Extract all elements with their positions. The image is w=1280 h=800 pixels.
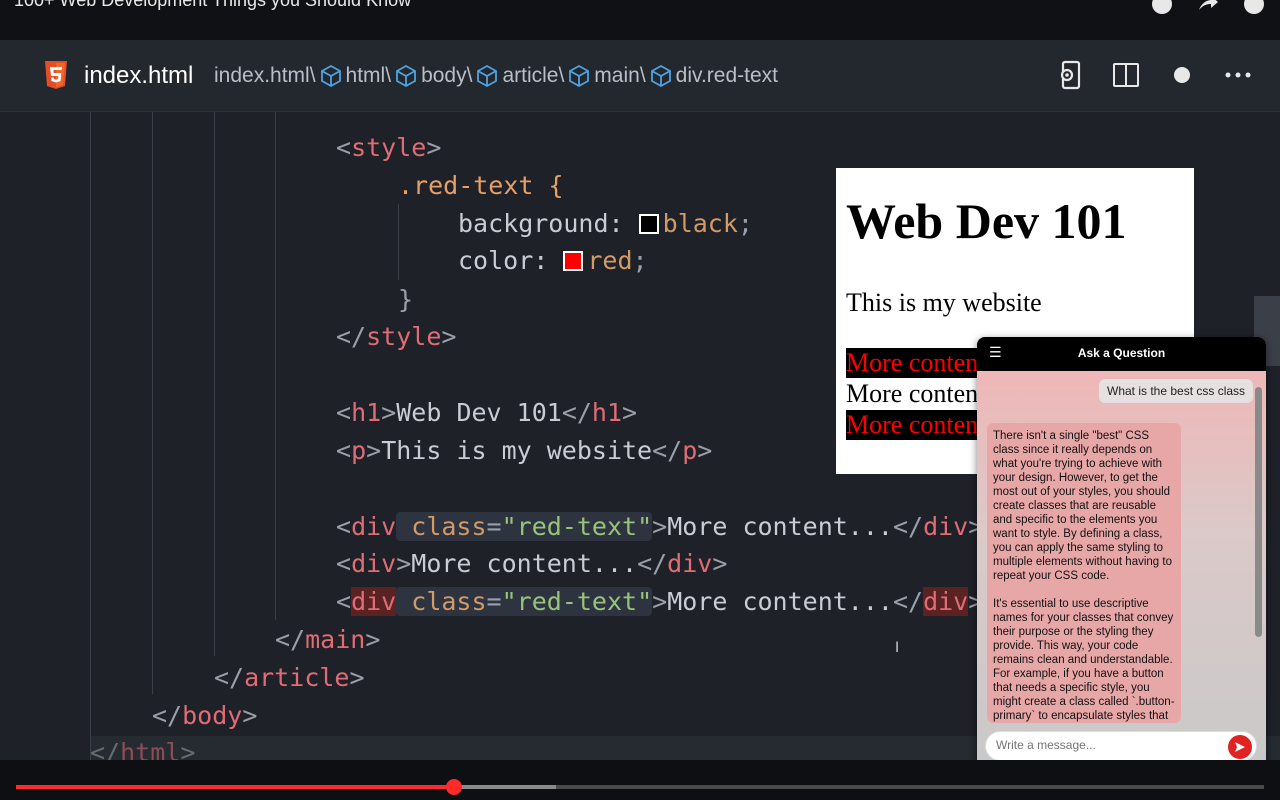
code-tag: style — [351, 133, 427, 162]
code-line: </html> — [90, 738, 196, 760]
indent-guide — [398, 204, 399, 280]
breadcrumb-label: index.html\ — [214, 64, 316, 87]
chat-input-box — [985, 731, 1257, 761]
color-swatch-black[interactable] — [638, 214, 659, 234]
code-text: More content... — [411, 549, 638, 578]
breadcrumb-item-article[interactable]: article\ — [472, 64, 564, 88]
breadcrumb-label: div.red-text — [675, 64, 778, 87]
info-icon[interactable] — [1242, 0, 1266, 14]
watch-later-icon[interactable] — [1150, 0, 1174, 14]
code-line: <style> — [336, 133, 442, 162]
code-line: background: black; — [458, 209, 753, 238]
progress-scrubber-handle[interactable] — [446, 779, 463, 795]
breadcrumb-label: main\ — [594, 64, 646, 87]
breadcrumb: index.html\ html\ body\ article\ main\ d… — [214, 64, 778, 88]
code-line: .red-text { — [398, 170, 564, 202]
breadcrumb-label: article\ — [502, 64, 565, 87]
text-cursor-icon: I — [895, 640, 900, 656]
css-brace: } — [398, 285, 414, 314]
breadcrumb-label: html\ — [345, 64, 392, 87]
breadcrumb-item-main[interactable]: main\ — [564, 64, 646, 88]
indent-guide — [214, 112, 215, 656]
code-line: </main> — [275, 625, 381, 654]
video-controls-bar — [0, 760, 1280, 800]
code-line: <div>More content...</div> — [336, 549, 728, 578]
html5-icon — [44, 60, 68, 94]
breadcrumb-label: body\ — [421, 64, 473, 87]
editor-header: index.html index.html\ html\ body\ artic… — [0, 40, 1280, 112]
unsaved-dot-icon[interactable] — [1168, 60, 1196, 90]
element-cube-icon — [569, 64, 590, 88]
css-property: color: — [458, 246, 549, 275]
breadcrumb-item-body[interactable]: body\ — [391, 64, 472, 88]
bot-message-paragraph: There isn't a single "best" CSS class si… — [993, 430, 1172, 582]
indent-guide — [152, 112, 153, 694]
code-line: } — [398, 284, 413, 316]
code-line: <h1>Web Dev 101</h1> — [336, 398, 638, 427]
more-icon[interactable] — [1224, 60, 1252, 90]
breadcrumb-item-div[interactable]: div.red-text — [646, 64, 778, 88]
code-attr-value: "red-text" — [501, 587, 653, 616]
css-selector: .red-text { — [398, 171, 564, 200]
code-text: More content... — [667, 512, 893, 541]
video-title[interactable]: 100+ Web Development Things you Should K… — [14, 0, 411, 11]
preview-paragraph: This is my website — [846, 288, 1042, 317]
video-top-actions — [1150, 0, 1266, 14]
code-attr-value: "red-text" — [501, 512, 653, 541]
code-line: <div class="red-text">More content...</d… — [336, 587, 984, 616]
code-line: <div class="red-text">More content...</d… — [336, 512, 984, 541]
css-value: black — [662, 209, 738, 238]
user-message: What is the best css class — [1099, 379, 1254, 403]
send-icon — [1235, 742, 1245, 752]
preview-heading: Web Dev 101 — [846, 193, 1127, 249]
chat-scrollbar-thumb[interactable] — [1255, 387, 1262, 637]
css-value: red — [587, 246, 633, 275]
indent-guide — [90, 112, 91, 760]
element-cube-icon — [396, 64, 416, 88]
chat-header: ☰ Ask a Question — [977, 337, 1266, 371]
editor-actions — [1056, 60, 1252, 90]
css-property: background: — [458, 209, 624, 238]
progress-played — [16, 785, 455, 789]
bot-message: There isn't a single "best" CSS class si… — [987, 423, 1181, 723]
color-swatch-red[interactable] — [563, 251, 584, 271]
breadcrumb-item-html[interactable]: html\ — [316, 64, 392, 88]
code-line: </body> — [152, 701, 258, 730]
video-top-bar: 100+ Web Development Things you Should K… — [0, 0, 1280, 40]
code-line: </article> — [214, 663, 365, 692]
run-icon[interactable] — [1056, 60, 1084, 90]
active-tab[interactable]: index.html — [84, 62, 193, 90]
element-cube-icon — [477, 64, 498, 88]
split-editor-icon[interactable] — [1112, 60, 1140, 90]
breadcrumb-item-file[interactable]: index.html\ — [214, 64, 316, 88]
code-text: More content... — [667, 587, 893, 616]
send-button[interactable] — [1228, 735, 1252, 759]
share-icon[interactable] — [1196, 0, 1220, 12]
element-cube-icon — [320, 64, 341, 88]
indent-guide — [275, 112, 276, 620]
code-line: </style> — [336, 322, 457, 351]
code-text: Web Dev 101 — [396, 398, 562, 427]
code-text: This is my website — [381, 436, 653, 465]
code-tag: style — [366, 322, 442, 351]
bot-message-paragraph: It's essential to use descriptive names … — [993, 598, 1175, 722]
code-line: color: red; — [458, 246, 648, 275]
chat-widget: ☰ Ask a Question What is the best css cl… — [977, 337, 1266, 769]
chat-title: Ask a Question — [1077, 346, 1166, 360]
element-cube-icon — [650, 64, 671, 88]
message-input[interactable] — [996, 738, 1216, 752]
code-line: <p>This is my website</p> — [336, 436, 713, 465]
chat-scrollbar[interactable] — [1255, 377, 1262, 717]
